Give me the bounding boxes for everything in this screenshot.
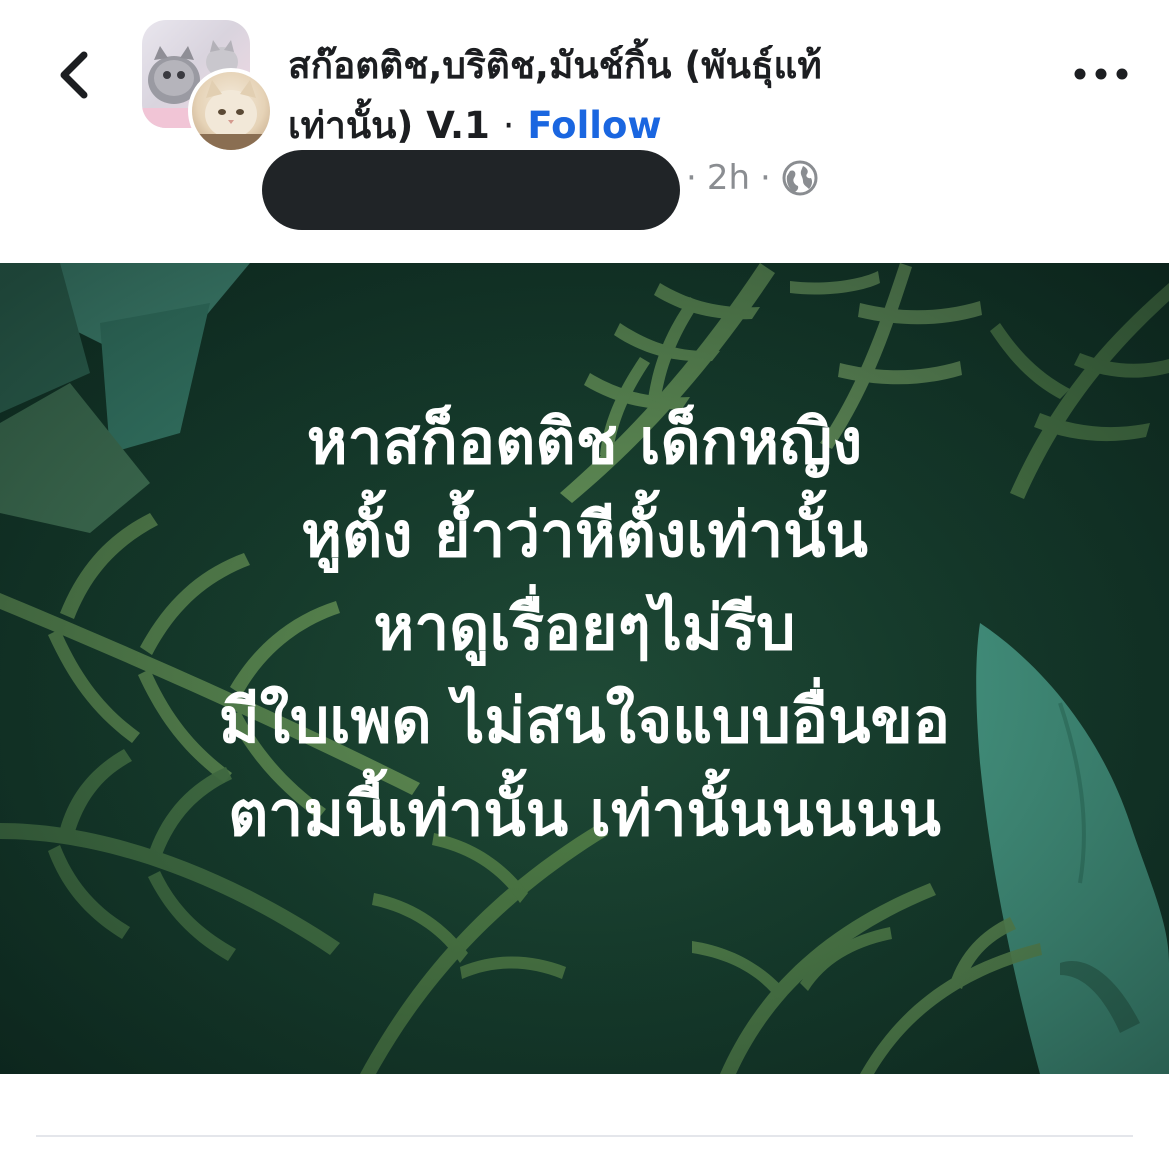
post-text-line: หาสก็อตติช เด็กหญิง (306, 405, 863, 478)
post-text-line: หาดูเรื่อยๆไม่รีบ (373, 591, 796, 664)
follow-button[interactable]: Follow (527, 104, 661, 147)
chevron-left-icon (60, 51, 88, 99)
post-text: หาสก็อตติช เด็กหญิง หูตั้ง ย้ำว่าหีตั้งเ… (0, 395, 1169, 860)
post-header-title: สก๊อตติช,บริติช,มันช์กิ้น (พันธุ์แท้เท่า… (288, 36, 928, 156)
group-avatar[interactable] (142, 20, 274, 154)
more-options-button[interactable] (1066, 56, 1136, 92)
redacted-author-name (262, 150, 680, 230)
post-divider (36, 1135, 1133, 1137)
header-separator: · (502, 104, 515, 147)
globe-icon[interactable] (781, 159, 819, 197)
meta-separator-leading: · (686, 158, 697, 198)
facebook-post-screen: สก๊อตติช,บริติช,มันช์กิ้น (พันธุ์แท้เท่า… (0, 0, 1169, 1169)
post-timestamp[interactable]: 2h (707, 158, 750, 198)
post-text-line: มีใบเพด ไม่สนใจแบบอื่นขอ (218, 684, 951, 757)
back-button[interactable] (44, 40, 104, 110)
meta-separator: · (760, 158, 771, 198)
post-meta: · 2h · (676, 152, 819, 204)
post-background-image[interactable]: หาสก็อตติช เด็กหญิง หูตั้ง ย้ำว่าหีตั้งเ… (0, 263, 1169, 1074)
more-horizontal-icon (1074, 68, 1128, 80)
post-text-line: หูตั้ง ย้ำว่าหีตั้งเท่านั้น (301, 498, 868, 571)
post-text-line: ตามนี้เท่านั้น เท่านั้นนนนน (228, 777, 941, 850)
group-avatar-cat-photo (188, 68, 274, 154)
